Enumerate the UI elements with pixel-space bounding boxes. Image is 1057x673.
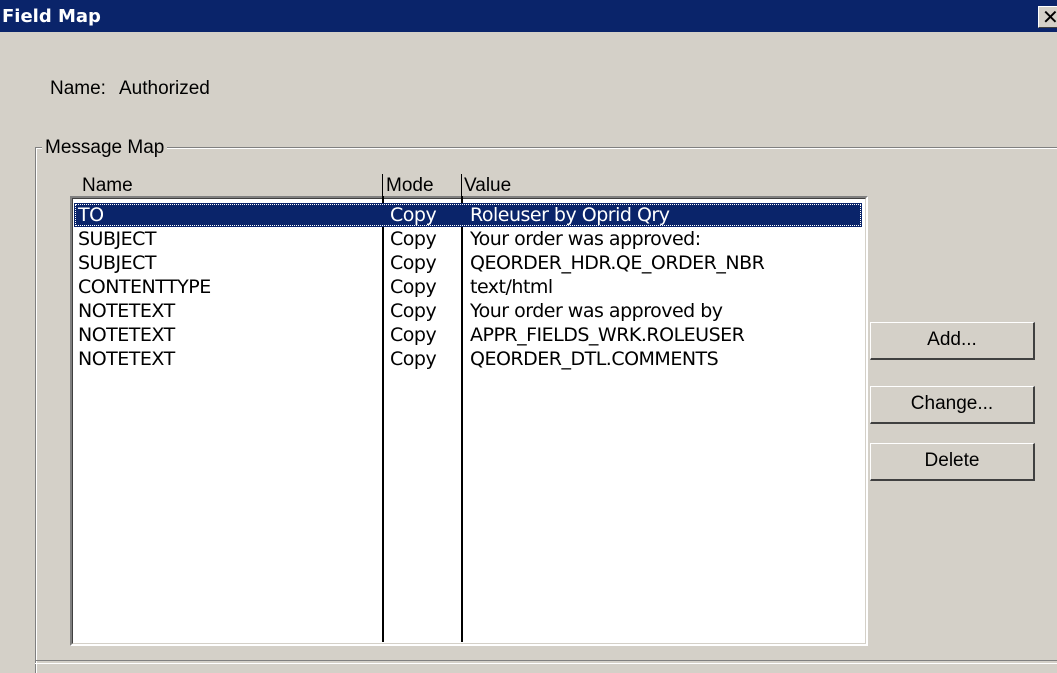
cell-mode: Copy bbox=[390, 276, 437, 298]
table-row[interactable]: TO Copy Roleuser by Oprid Qry bbox=[74, 203, 862, 227]
cell-name: CONTENTTYPE bbox=[78, 276, 211, 298]
cell-mode: Copy bbox=[390, 228, 437, 250]
name-label: Name: bbox=[50, 78, 106, 99]
close-button[interactable]: ✕ bbox=[1038, 5, 1057, 29]
add-button[interactable]: Add... bbox=[870, 322, 1035, 360]
cell-value: APPR_FIELDS_WRK.ROLEUSER bbox=[470, 324, 745, 346]
message-map-label: Message Map bbox=[42, 137, 168, 159]
table-row[interactable]: SUBJECT Copy Your order was approved: bbox=[74, 227, 862, 251]
cell-name: TO bbox=[78, 204, 104, 226]
column-header-value[interactable]: Value bbox=[464, 175, 511, 197]
message-map-group-bottom-edge bbox=[35, 660, 1057, 664]
cell-name: NOTETEXT bbox=[78, 324, 175, 346]
cell-mode: Copy bbox=[390, 252, 437, 274]
cell-name: SUBJECT bbox=[78, 228, 156, 250]
cell-name: NOTETEXT bbox=[78, 348, 175, 370]
cell-mode: Copy bbox=[390, 348, 437, 370]
table-row[interactable]: NOTETEXT Copy Your order was approved by bbox=[74, 299, 862, 323]
window-title: Field Map bbox=[2, 6, 101, 27]
cell-value: QEORDER_DTL.COMMENTS bbox=[470, 348, 719, 370]
table-row[interactable]: SUBJECT Copy QEORDER_HDR.QE_ORDER_NBR bbox=[74, 251, 862, 275]
close-icon[interactable]: ✕ bbox=[1042, 5, 1057, 29]
title-bar[interactable]: Field Map ✕ bbox=[0, 0, 1057, 32]
field-map-dialog: Field Map ✕ Name: Authorized Message Map… bbox=[0, 0, 1057, 673]
delete-button[interactable]: Delete bbox=[870, 443, 1035, 481]
column-header-name[interactable]: Name bbox=[82, 175, 133, 197]
cell-value: Your order was approved: bbox=[470, 228, 701, 250]
cell-mode: Copy bbox=[390, 204, 437, 226]
cell-mode: Copy bbox=[390, 324, 437, 346]
table-row[interactable]: CONTENTTYPE Copy text/html bbox=[74, 275, 862, 299]
cell-mode: Copy bbox=[390, 300, 437, 322]
column-divider[interactable] bbox=[461, 174, 462, 196]
table-row[interactable]: NOTETEXT Copy QEORDER_DTL.COMMENTS bbox=[74, 347, 862, 371]
column-divider[interactable] bbox=[382, 174, 383, 196]
cell-value: QEORDER_HDR.QE_ORDER_NBR bbox=[470, 252, 765, 274]
name-value: Authorized bbox=[119, 78, 210, 99]
table-row[interactable]: NOTETEXT Copy APPR_FIELDS_WRK.ROLEUSER bbox=[74, 323, 862, 347]
cell-value: Your order was approved by bbox=[470, 300, 723, 322]
column-header-mode[interactable]: Mode bbox=[386, 175, 434, 197]
change-button[interactable]: Change... bbox=[870, 386, 1035, 424]
cell-name: NOTETEXT bbox=[78, 300, 175, 322]
cell-value: text/html bbox=[470, 276, 553, 298]
cell-name: SUBJECT bbox=[78, 252, 156, 274]
cell-value: Roleuser by Oprid Qry bbox=[470, 204, 670, 226]
